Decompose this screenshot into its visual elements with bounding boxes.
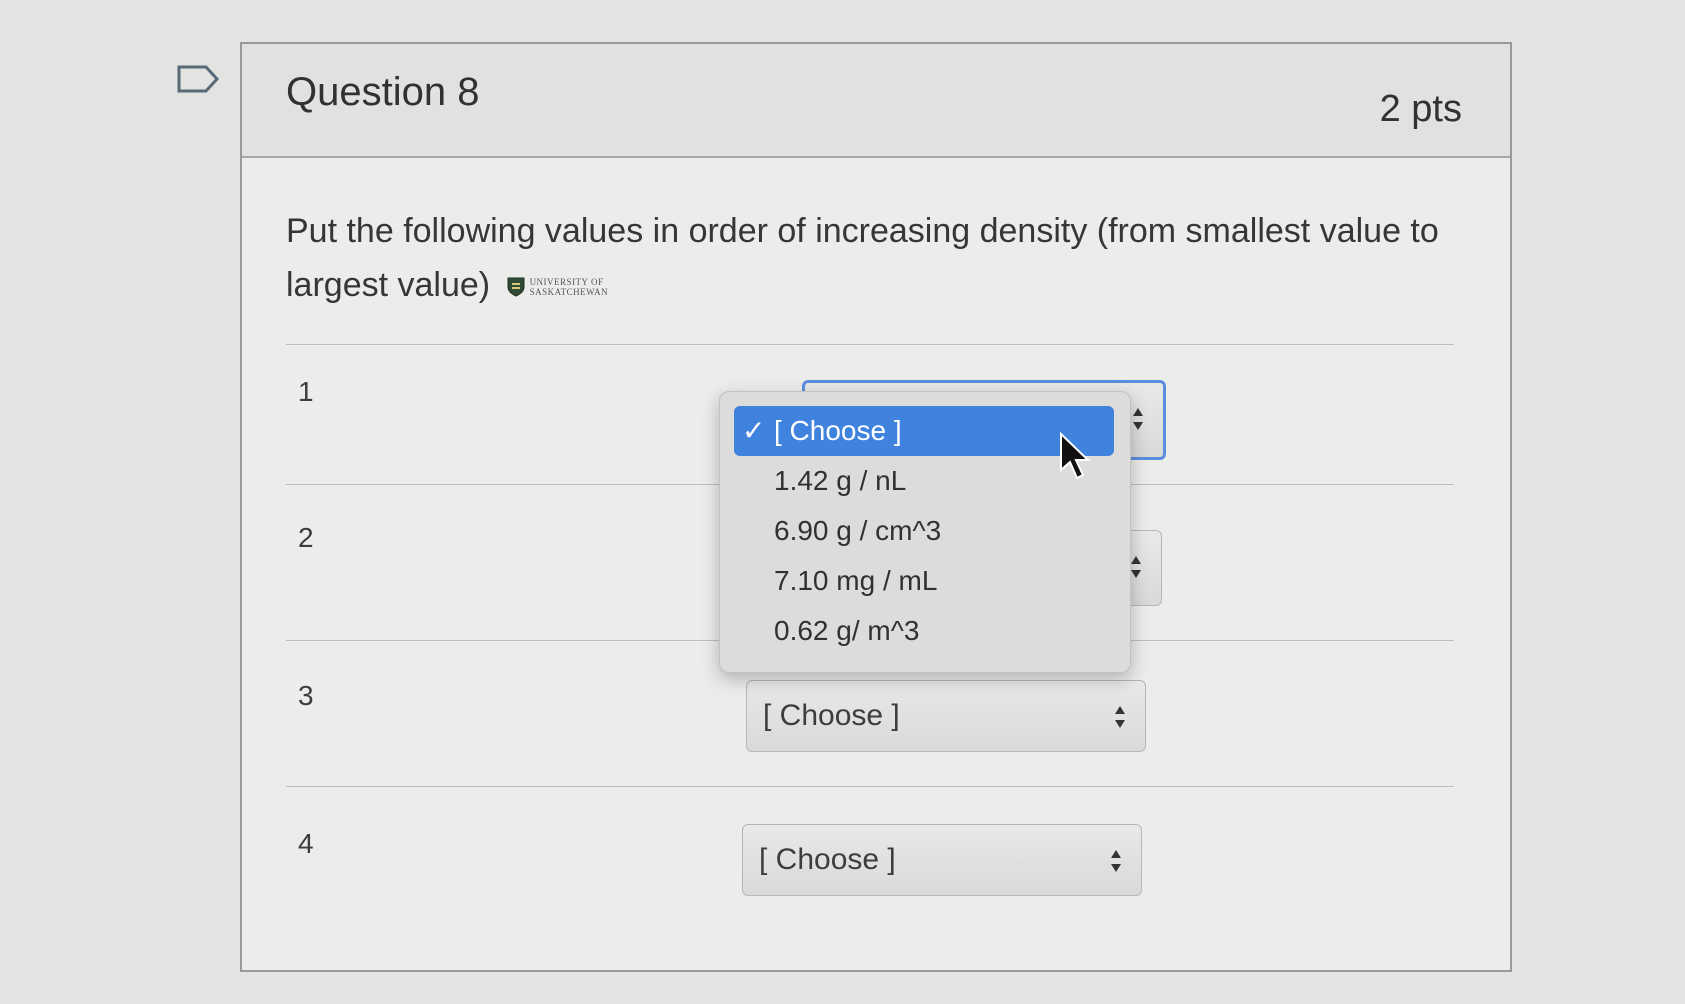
option-label: 7.10 mg / mL xyxy=(774,565,938,596)
dropdown-option-choose[interactable]: ✓ [ Choose ] xyxy=(734,406,1114,456)
select-arrows-icon xyxy=(1115,706,1125,728)
university-logo: UNIVERSITY OF SASKATCHEWAN xyxy=(506,276,609,298)
dropdown-option[interactable]: 6.90 g / cm^3 xyxy=(734,506,1114,556)
question-header: Question 8 2 pts xyxy=(242,44,1510,158)
select-arrows-icon xyxy=(1111,850,1121,872)
option-label: 1.42 g / nL xyxy=(774,465,907,496)
row-divider xyxy=(286,344,1454,345)
row-number-3: 3 xyxy=(298,680,314,711)
shield-icon xyxy=(507,277,525,297)
bookmark-flag-icon[interactable] xyxy=(176,64,220,94)
row-number-4: 4 xyxy=(298,828,314,859)
question-title: Question 8 xyxy=(286,70,480,114)
dropdown-option[interactable]: 7.10 mg / mL xyxy=(734,556,1114,606)
question-card: Question 8 2 pts Put the following value… xyxy=(240,42,1512,972)
select-arrows-icon xyxy=(1133,408,1143,430)
answer-select-3[interactable]: [ Choose ] xyxy=(746,680,1146,752)
logo-text-line1: UNIVERSITY OF xyxy=(529,277,604,288)
checkmark-icon: ✓ xyxy=(742,415,766,446)
question-prompt: Put the following values in order of inc… xyxy=(286,204,1466,312)
answer-select-4[interactable]: [ Choose ] xyxy=(742,824,1142,896)
option-label: [ Choose ] xyxy=(774,415,902,446)
select-arrows-icon xyxy=(1131,556,1141,578)
option-label: 0.62 g/ m^3 xyxy=(774,615,920,646)
dropdown-option[interactable]: 0.62 g/ m^3 xyxy=(734,606,1114,656)
select-value: [ Choose ] xyxy=(759,843,896,876)
select-value: [ Choose ] xyxy=(763,699,900,732)
dropdown-option[interactable]: 1.42 g / nL xyxy=(734,456,1114,506)
mouse-pointer-icon xyxy=(1060,432,1091,480)
row-divider xyxy=(286,786,1454,787)
row-number-2: 2 xyxy=(298,522,314,553)
logo-text-line2: SASKATCHEWAN xyxy=(529,287,609,298)
option-label: 6.90 g / cm^3 xyxy=(774,515,942,546)
question-prompt-text: Put the following values in order of inc… xyxy=(286,212,1439,304)
question-points: 2 pts xyxy=(1379,88,1462,130)
row-number-1: 1 xyxy=(298,376,314,407)
